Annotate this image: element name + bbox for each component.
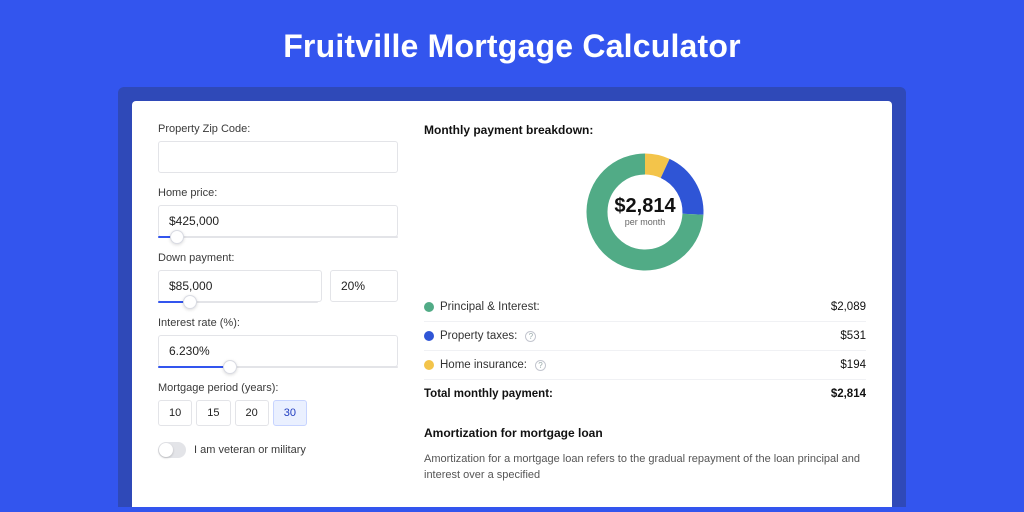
down-payment-block: Down payment:	[158, 252, 398, 303]
breakdown-row: Property taxes:? $531	[424, 321, 866, 350]
form-column: Property Zip Code: Home price: Down paym…	[158, 123, 398, 507]
donut-center-sub: per month	[625, 217, 666, 227]
zip-block: Property Zip Code:	[158, 123, 398, 173]
breakdown-total-label: Total monthly payment:	[424, 388, 553, 400]
interest-rate-input[interactable]	[158, 335, 398, 367]
breakdown-list: Principal & Interest: $2,089 Property taxe…	[424, 293, 866, 408]
breakdown-value: $194	[840, 359, 866, 371]
period-block: Mortgage period (years): 10152030	[158, 382, 398, 426]
legend-dot-icon	[424, 331, 434, 341]
amortization-section: Amortization for mortgage loan Amortizat…	[424, 426, 866, 484]
zip-input[interactable]	[158, 141, 398, 173]
home-price-slider[interactable]	[158, 236, 398, 238]
down-payment-label: Down payment:	[158, 252, 398, 264]
info-icon[interactable]: ?	[525, 331, 536, 342]
amortization-title: Amortization for mortgage loan	[424, 426, 866, 440]
period-option-15[interactable]: 15	[196, 400, 230, 426]
breakdown-total-value: $2,814	[831, 388, 866, 400]
veteran-row: I am veteran or military	[158, 442, 398, 458]
home-price-input[interactable]	[158, 205, 398, 237]
zip-label: Property Zip Code:	[158, 123, 398, 135]
breakdown-title: Monthly payment breakdown:	[424, 123, 866, 137]
breakdown-label: Principal & Interest:	[440, 301, 540, 313]
home-price-slider-thumb[interactable]	[170, 230, 184, 244]
period-option-30[interactable]: 30	[273, 400, 307, 426]
interest-rate-label: Interest rate (%):	[158, 317, 398, 329]
legend-dot-icon	[424, 360, 434, 370]
breakdown-row: Principal & Interest: $2,089	[424, 293, 866, 321]
period-options: 10152030	[158, 400, 398, 426]
breakdown-label: Home insurance:	[440, 359, 527, 371]
down-payment-slider-thumb[interactable]	[183, 295, 197, 309]
home-price-block: Home price:	[158, 187, 398, 238]
period-option-20[interactable]: 20	[235, 400, 269, 426]
results-column: Monthly payment breakdown: $2,814 per mo…	[424, 123, 866, 507]
page-title: Fruitville Mortgage Calculator	[0, 0, 1024, 87]
veteran-label: I am veteran or military	[194, 444, 306, 456]
breakdown-total-row: Total monthly payment: $2,814	[424, 379, 866, 408]
breakdown-label: Property taxes:	[440, 330, 517, 342]
home-price-label: Home price:	[158, 187, 398, 199]
interest-rate-slider[interactable]	[158, 366, 398, 368]
veteran-toggle[interactable]	[158, 442, 186, 458]
down-payment-amount-input[interactable]	[158, 270, 322, 302]
veteran-toggle-knob	[159, 443, 173, 457]
interest-rate-slider-fill	[158, 366, 230, 368]
donut-arc	[645, 164, 665, 168]
down-payment-pct-input[interactable]	[330, 270, 398, 302]
down-payment-slider[interactable]	[158, 301, 318, 303]
interest-rate-block: Interest rate (%):	[158, 317, 398, 368]
donut-chart: $2,814 per month	[424, 149, 866, 275]
donut-center-value: $2,814	[614, 195, 676, 217]
calculator-frame: Property Zip Code: Home price: Down paym…	[118, 87, 906, 507]
period-option-10[interactable]: 10	[158, 400, 192, 426]
info-icon[interactable]: ?	[535, 360, 546, 371]
amortization-body: Amortization for a mortgage loan refers …	[424, 452, 866, 484]
calculator-card: Property Zip Code: Home price: Down paym…	[132, 101, 892, 507]
breakdown-value: $2,089	[831, 301, 866, 313]
period-label: Mortgage period (years):	[158, 382, 398, 394]
donut-svg: $2,814 per month	[582, 149, 708, 275]
breakdown-row: Home insurance:? $194	[424, 350, 866, 379]
legend-dot-icon	[424, 302, 434, 312]
interest-rate-slider-thumb[interactable]	[223, 360, 237, 374]
breakdown-value: $531	[840, 330, 866, 342]
